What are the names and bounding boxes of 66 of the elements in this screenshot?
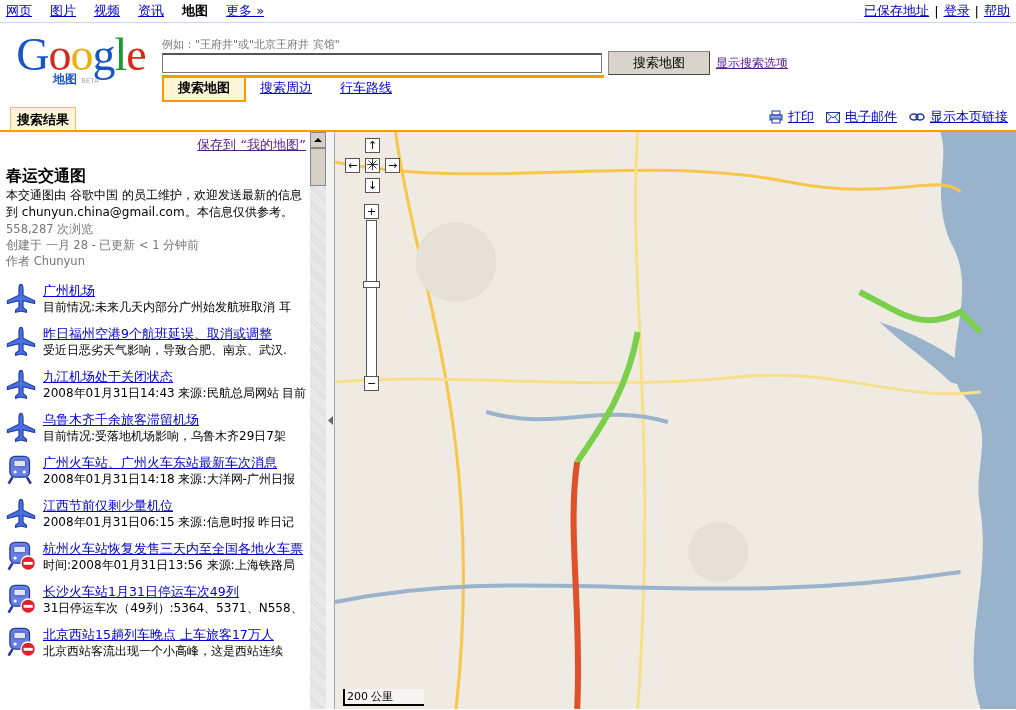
result-snippet: 受近日恶劣天气影响，导致合肥、南京、武汉. [43, 342, 287, 358]
result-title-link[interactable]: 九江机场处于关闭状态 [43, 369, 307, 385]
result-title-link[interactable]: 乌鲁木齐千余旅客滞留机场 [43, 412, 286, 428]
pan-down-button[interactable]: ↓ [365, 178, 380, 193]
result-title-link[interactable]: 杭州火车站恢复发售三天内至全国各地火车票 [43, 541, 303, 557]
result-snippet: 目前情况:受落地机场影响，乌鲁木齐29日7架 [43, 428, 286, 444]
result-title-link[interactable]: 广州机场 [43, 283, 291, 299]
search-field[interactable] [162, 53, 602, 73]
envelope-icon [826, 111, 840, 123]
zoom-out-button[interactable]: − [364, 376, 379, 391]
pan-right-button[interactable]: → [385, 158, 400, 173]
link-link[interactable]: 显示本页链接 [930, 108, 1008, 126]
search-tab[interactable]: 搜索地图 [162, 78, 246, 102]
pan-center-button[interactable] [365, 158, 380, 173]
result-title-link[interactable]: 江西节前仅剩少量机位 [43, 498, 295, 514]
result-snippet: 31日停运车次（49列）:5364、5371、N558、 [43, 600, 303, 616]
account-link[interactable]: 登录 [943, 2, 970, 20]
airplane-icon [6, 369, 36, 399]
nav-link[interactable]: 更多 » [226, 2, 265, 20]
map-title: 春运交通图 [6, 166, 87, 187]
search-tab[interactable]: 搜索周边 [246, 78, 326, 100]
search-options-link[interactable]: 显示搜索选项 [716, 54, 788, 72]
view-count: 558,287 次浏览 [6, 221, 95, 237]
nav-link[interactable]: 资讯 [138, 2, 164, 20]
zoom-slider-thumb[interactable] [363, 281, 380, 288]
airplane-icon [6, 498, 36, 528]
airplane-icon [6, 283, 36, 313]
product-label: 地图 [53, 72, 78, 88]
email-link[interactable]: 电子邮件 [845, 108, 897, 126]
created-info: 创建于 一月 28 - 已更新 < 1 分钟前 [6, 237, 201, 253]
nav-link[interactable]: 网页 [6, 2, 32, 20]
map-description: 本交通图由 谷歌中国 的员工维护，欢迎发送最新的信息到 chunyun.china@gmail.com。本信息仅供参考。 [6, 187, 303, 221]
nav-link[interactable]: 地图 [182, 2, 208, 20]
airplane-icon [6, 326, 36, 356]
scroll-up-button[interactable] [310, 132, 326, 148]
account-link[interactable]: 已保存地址 [864, 2, 930, 20]
search-button[interactable]: 搜索地图 [608, 51, 710, 75]
pan-up-button[interactable]: ↑ [365, 138, 380, 153]
save-to-map-link[interactable]: 保存到 “我的地图” [6, 136, 310, 154]
result-title-link[interactable]: 昨日福州空港9个航班延误、取消或调整 [43, 326, 287, 342]
result-title-link[interactable]: 长沙火车站1月31日停运车次49列 [43, 584, 303, 600]
account-link[interactable]: 帮助 [984, 2, 1010, 20]
scrollbar-thumb[interactable] [310, 148, 326, 186]
result-snippet: 目前情况:未来几天内部分广州始发航班取消 耳 [43, 299, 291, 315]
author-info: 作者 Chunyun [6, 253, 86, 269]
result-snippet: 时间:2008年01月31日13:56 来源:上海铁路局 [43, 557, 296, 573]
result-snippet: 2008年01月31日14:18 来源:大洋网-广州日报 [43, 471, 295, 487]
result-title-link[interactable]: 广州火车站、广州火车东站最新车次消息 [43, 455, 295, 471]
nav-link[interactable]: 视频 [94, 2, 120, 20]
result-snippet: 北京西站客流出现一个小高峰，这是西站连续 [43, 643, 283, 659]
zoom-in-button[interactable]: + [364, 204, 379, 219]
search-hint: 例如："王府井"或"北京王府井 宾馆" [162, 37, 341, 51]
result-snippet: 2008年01月31日14:43 来源:民航总局网站 目前 [43, 385, 307, 401]
scale-bar: 200 公里 [343, 689, 424, 706]
printer-icon [769, 110, 783, 124]
chain-link-icon [909, 113, 925, 121]
airplane-icon [6, 412, 36, 442]
result-title-link[interactable]: 北京西站15趟列车晚点 上车旅客17万人 [43, 627, 283, 643]
pan-left-button[interactable]: ← [345, 158, 360, 173]
print-link[interactable]: 打印 [788, 108, 814, 126]
result-snippet: 2008年01月31日06:15 来源:信息时报 昨日记 [43, 514, 295, 530]
separator: | [974, 3, 979, 19]
nav-link[interactable]: 图片 [50, 2, 76, 20]
separator: | [934, 3, 939, 19]
results-tab[interactable]: 搜索结果 [10, 107, 76, 130]
search-tab[interactable]: 行车路线 [326, 78, 406, 100]
